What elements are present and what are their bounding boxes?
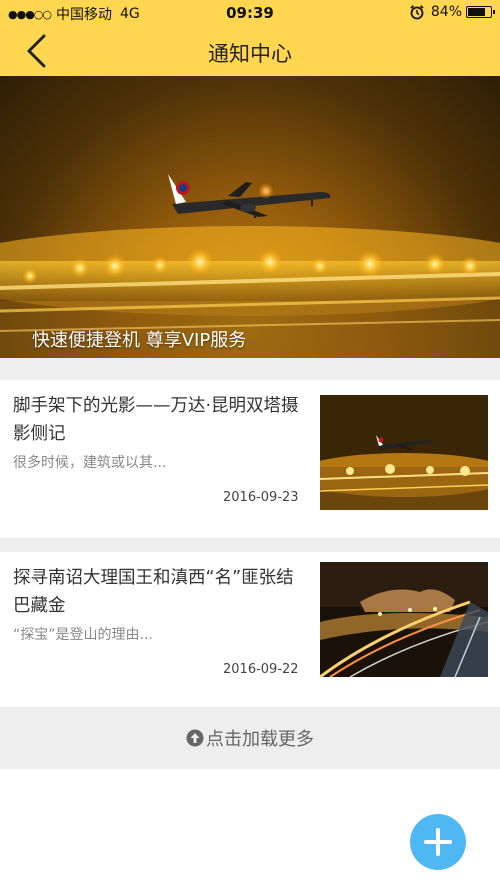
article-thumbnail xyxy=(320,395,488,510)
banner-caption: 快速便捷登机 尊享VIP服务 xyxy=(32,330,247,351)
plus-icon xyxy=(424,828,452,856)
navigation-bar: 通知中心 xyxy=(0,26,500,76)
notification-center-screen: ●●●○○ 中国移动 4G 09:39 84% 通知中心 快速便捷登机 尊享VI… xyxy=(0,0,500,888)
alarm-icon xyxy=(410,5,424,20)
airplane-thumbnail-image xyxy=(320,395,488,510)
arrow-up-circle-icon xyxy=(186,729,204,747)
article-title: 探寻南诏大理国王和滇西“名”匪张结巴藏金 xyxy=(13,568,294,616)
status-right: 84% xyxy=(409,4,495,20)
article-card[interactable]: 脚手架下的光影——万达·昆明双塔摄影侧记 很多时候，建筑或以其... 2016-… xyxy=(0,380,500,538)
airplane-night-image xyxy=(0,76,500,358)
add-button[interactable] xyxy=(410,814,466,870)
load-more-button[interactable]: 点击加载更多 xyxy=(0,707,500,769)
status-bar: ●●●○○ 中国移动 4G 09:39 84% xyxy=(0,0,500,26)
page-title: 通知中心 xyxy=(208,42,292,66)
article-summary: 很多时候，建筑或以其... xyxy=(13,455,167,471)
airport-night-thumbnail-image xyxy=(320,562,488,677)
article-date: 2016-09-23 xyxy=(223,490,299,505)
load-more-label: 点击加载更多 xyxy=(206,729,314,750)
battery-percent: 84% xyxy=(430,4,462,20)
article-date: 2016-09-22 xyxy=(223,662,299,677)
article-card[interactable]: 探寻南诏大理国王和滇西“名”匪张结巴藏金 “探宝”是登山的理由... 2016-… xyxy=(0,552,500,710)
banner[interactable]: 快速便捷登机 尊享VIP服务 xyxy=(0,76,500,358)
article-summary: “探宝”是登山的理由... xyxy=(13,627,153,643)
article-thumbnail xyxy=(320,562,488,677)
battery-icon xyxy=(466,6,495,18)
article-title: 脚手架下的光影——万达·昆明双塔摄影侧记 xyxy=(13,396,299,444)
section-divider xyxy=(0,358,500,380)
